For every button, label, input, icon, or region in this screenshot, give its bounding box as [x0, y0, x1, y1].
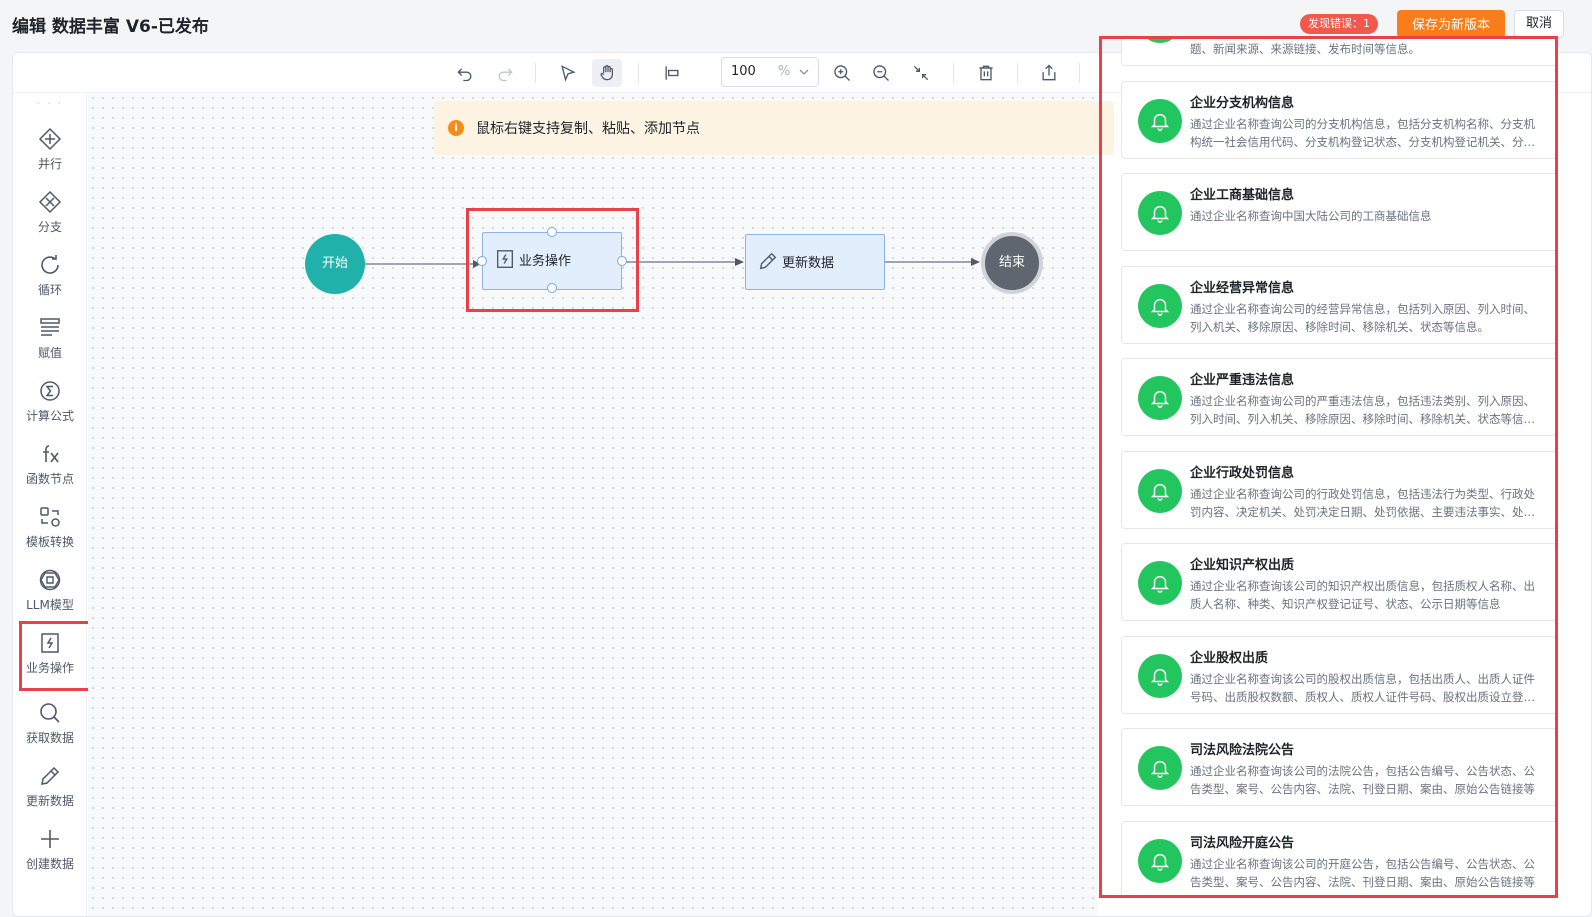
palette-label: 并行	[37, 157, 62, 171]
palette-scroll-indicator: · · ·	[37, 99, 63, 110]
flow-canvas[interactable]: i 鼠标右键支持复制、粘贴、添加节点 开始 业务操作 更新数据 结束	[88, 93, 1114, 916]
parallel-icon	[38, 127, 62, 151]
delete-icon[interactable]	[974, 61, 998, 85]
edit-pencil-icon	[41, 766, 60, 785]
start-node[interactable]: 开始	[305, 234, 365, 294]
select-pointer-icon[interactable]	[556, 61, 580, 85]
align-left-icon[interactable]	[660, 61, 684, 85]
palette-label: 获取数据	[25, 731, 74, 745]
end-node[interactable]: 结束	[981, 232, 1043, 294]
zoom-unit: %	[778, 64, 791, 79]
error-count-badge[interactable]: 发现错误：1	[1300, 14, 1378, 34]
template-transform-icon	[40, 507, 60, 527]
hand-pan-icon[interactable]	[592, 59, 622, 87]
palette-item-function[interactable]: 函数节点	[13, 442, 87, 487]
loop-icon	[41, 255, 59, 274]
assign-icon	[40, 318, 60, 336]
palette-label: 更新数据	[25, 794, 74, 808]
palette-label: 函数节点	[25, 472, 74, 486]
palette-label: 分支	[37, 220, 62, 234]
palette-item-create-data[interactable]: 创建数据	[13, 827, 87, 872]
palette-label: 模板转换	[25, 535, 74, 549]
redo-icon[interactable]	[493, 61, 517, 85]
palette-label: 循环	[37, 283, 62, 297]
plus-icon	[41, 830, 59, 848]
export-icon[interactable]	[1037, 61, 1061, 85]
palette-item-update-data[interactable]: 更新数据	[13, 764, 87, 809]
node-palette: · · · 并行 分支 循环 赋值 计算公式 函数节点 模板转换 LLM模型 业…	[13, 93, 110, 916]
highlight-box-node	[466, 208, 639, 312]
palette-item-assign[interactable]: 赋值	[13, 316, 87, 361]
fit-view-icon[interactable]	[909, 61, 933, 85]
update-data-node[interactable]: 更新数据	[745, 234, 885, 290]
palette-label: 创建数据	[25, 857, 74, 871]
palette-item-llm[interactable]: LLM模型	[13, 568, 87, 613]
palette-label: 计算公式	[25, 409, 74, 423]
palette-item-get-data[interactable]: 获取数据	[13, 701, 87, 746]
palette-item-parallel[interactable]: 并行	[13, 127, 87, 172]
palette-label: LLM模型	[26, 598, 74, 612]
palette-item-template[interactable]: 模板转换	[13, 505, 87, 550]
node-label: 更新数据	[782, 256, 835, 271]
llm-model-icon	[39, 569, 61, 591]
palette-label: 赋值	[37, 346, 62, 360]
zoom-out-icon[interactable]	[869, 61, 893, 85]
zoom-in-icon[interactable]	[830, 61, 854, 85]
edit-pencil-icon	[759, 252, 777, 270]
zoom-select[interactable]: 100 %	[721, 57, 819, 87]
palette-item-branch[interactable]: 分支	[13, 190, 87, 235]
palette-item-formula[interactable]: 计算公式	[13, 379, 87, 424]
page-title: 编辑 数据丰富 V6-已发布	[12, 17, 209, 37]
chevron-down-icon	[799, 69, 809, 75]
cancel-button[interactable]: 取消	[1514, 10, 1564, 38]
function-fx-icon	[43, 445, 59, 463]
palette-item-loop[interactable]: 循环	[13, 253, 87, 298]
branch-icon	[38, 190, 62, 214]
zoom-value: 100	[731, 64, 756, 79]
save-new-version-button[interactable]: 保存为新版本	[1397, 10, 1505, 38]
undo-icon[interactable]	[453, 61, 477, 85]
formula-sigma-icon	[40, 381, 60, 401]
highlight-box-panel	[1099, 36, 1558, 898]
search-data-icon	[40, 703, 60, 723]
